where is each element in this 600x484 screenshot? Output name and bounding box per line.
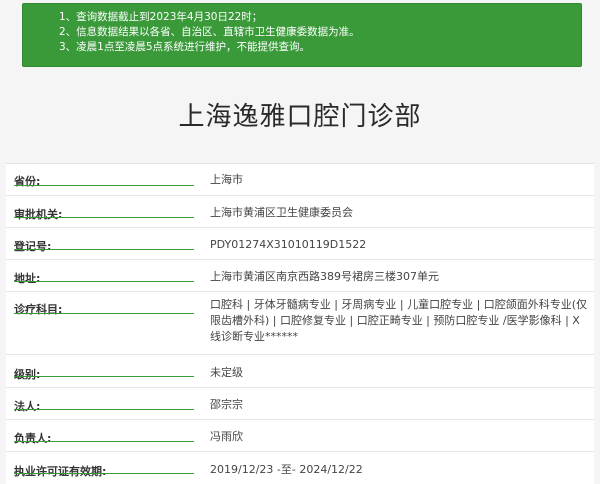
- field-value: 上海市黄浦区南京西路389号裙房三楼307单元: [210, 270, 439, 283]
- notice-line: 3、凌晨1点至凌晨5点系统进行维护，不能提供查询。: [59, 41, 311, 53]
- notice-line: 1、查询数据截止到2023年4月30日22时；: [59, 11, 263, 23]
- field-label: 级别:: [14, 368, 41, 381]
- label-underline: [14, 249, 194, 250]
- label-underline: [14, 409, 194, 410]
- field-label: 诊疗科目:: [14, 303, 63, 316]
- label-underline: [14, 185, 194, 186]
- info-table: 省份: 上海市 审批机关: 上海市黄浦区卫生健康委员会 登记号: PDY0127…: [6, 163, 594, 484]
- field-row-level: 级别: 未定级: [6, 355, 594, 388]
- field-value: 口腔科 | 牙体牙髓病专业 | 牙周病专业 | 儿童口腔专业 | 口腔颌面外科专…: [210, 298, 588, 343]
- notice-banner: 1、查询数据截止到2023年4月30日22时； 2、信息数据结果以各省、自治区、…: [22, 3, 582, 67]
- field-label: 省份:: [14, 175, 41, 188]
- field-label: 法人:: [14, 400, 41, 413]
- label-underline: [14, 473, 194, 474]
- field-value: PDY01274X31010119D1522: [210, 238, 367, 251]
- field-row-license-validity: 执业许可证有效期: 2019/12/23 -至- 2024/12/22: [6, 452, 594, 484]
- field-row-province: 省份: 上海市: [6, 164, 594, 196]
- field-value: 上海市: [210, 173, 243, 186]
- field-label: 负责人:: [14, 432, 52, 445]
- label-underline: [14, 441, 194, 442]
- label-underline: [14, 281, 194, 282]
- field-row-authority: 审批机关: 上海市黄浦区卫生健康委员会: [6, 196, 594, 228]
- field-label: 审批机关:: [14, 208, 63, 221]
- field-row-registration: 登记号: PDY01274X31010119D1522: [6, 228, 594, 260]
- label-underline: [14, 217, 194, 218]
- field-row-responsible: 负责人: 冯雨欣: [6, 420, 594, 452]
- label-underline: [14, 376, 194, 377]
- field-row-departments: 诊疗科目: 口腔科 | 牙体牙髓病专业 | 牙周病专业 | 儿童口腔专业 | 口…: [6, 292, 594, 355]
- label-underline: [14, 313, 194, 314]
- field-label: 地址:: [14, 272, 41, 285]
- field-value: 2019/12/23 -至- 2024/12/22: [210, 463, 363, 476]
- page-title: 上海逸雅口腔门诊部: [178, 102, 422, 132]
- field-label: 登记号:: [14, 240, 52, 253]
- field-row-address: 地址: 上海市黄浦区南京西路389号裙房三楼307单元: [6, 260, 594, 292]
- field-value: 冯雨欣: [210, 430, 243, 443]
- field-label: 执业许可证有效期:: [14, 465, 107, 478]
- field-value: 上海市黄浦区卫生健康委员会: [210, 206, 353, 219]
- field-value: 邵宗宗: [210, 398, 243, 411]
- field-value: 未定级: [210, 366, 243, 379]
- field-row-legal-person: 法人: 邵宗宗: [6, 388, 594, 420]
- notice-line: 2、信息数据结果以各省、自治区、直辖市卫生健康委数据为准。: [59, 26, 360, 38]
